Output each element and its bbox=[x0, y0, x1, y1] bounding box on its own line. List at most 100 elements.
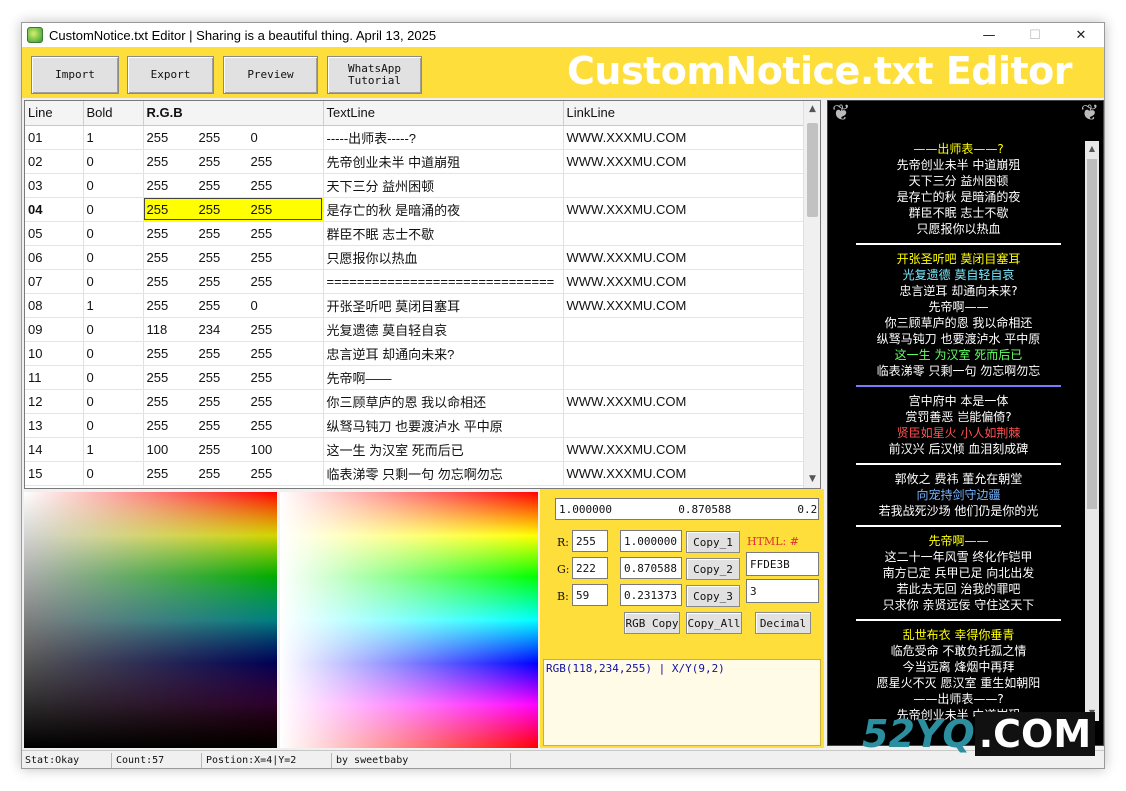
cell-bold[interactable]: 0 bbox=[83, 149, 144, 174]
cell-textline[interactable]: -----出师表-----? bbox=[323, 125, 564, 150]
cell-linkline[interactable]: WWW.XXXMU.COM bbox=[563, 269, 806, 294]
cell-line[interactable]: 08 bbox=[25, 293, 84, 318]
cell-linkline[interactable]: WWW.XXXMU.COM bbox=[563, 461, 806, 486]
cell-line[interactable]: 10 bbox=[25, 341, 84, 366]
cell-line[interactable]: 13 bbox=[25, 413, 84, 438]
column-header-line[interactable]: Line bbox=[25, 101, 84, 126]
html-color-field[interactable]: FFDE3B bbox=[746, 552, 819, 576]
table-row[interactable]: 10 0 255 255 255 忠言逆耳 却通向未来? bbox=[25, 341, 806, 366]
cell-bold[interactable]: 0 bbox=[83, 197, 144, 222]
cell-rgb[interactable]: 255 255 255 bbox=[143, 245, 324, 270]
cell-linkline[interactable]: WWW.XXXMU.COM bbox=[563, 437, 806, 462]
export-button[interactable]: Export bbox=[127, 56, 214, 94]
table-row[interactable]: 04 0 255 255 255 是存亡的秋 是暗涌的夜 WWW.XXXMU.COM bbox=[25, 197, 806, 222]
cell-line[interactable]: 12 bbox=[25, 389, 84, 414]
color-spectrum-dark[interactable] bbox=[24, 492, 277, 748]
table-row[interactable]: 03 0 255 255 255 天下三分 益州困顿 bbox=[25, 173, 806, 198]
cell-linkline[interactable] bbox=[563, 221, 806, 246]
normalized-color-field[interactable]: 1.000000 0.870588 0.231373 bbox=[555, 498, 819, 520]
cell-textline[interactable]: ============================== bbox=[323, 269, 564, 294]
table-row[interactable]: 13 0 255 255 255 纵驽马钝刀 也要渡泸水 平中原 bbox=[25, 413, 806, 438]
cell-bold[interactable]: 0 bbox=[83, 317, 144, 342]
cell-rgb[interactable]: 255 255 0 bbox=[143, 125, 324, 150]
table-row[interactable]: 06 0 255 255 255 只愿报你以热血 WWW.XXXMU.COM bbox=[25, 245, 806, 270]
scroll-up-arrow-icon[interactable]: ▲ bbox=[804, 101, 820, 118]
cell-bold[interactable]: 1 bbox=[83, 125, 144, 150]
table-row[interactable]: 09 0 118 234 255 光复遗德 莫自轻自哀 bbox=[25, 317, 806, 342]
grid-scroll-thumb[interactable] bbox=[807, 123, 818, 217]
preview-scrollbar[interactable]: ▲ ▼ bbox=[1085, 141, 1099, 721]
grid-scrollbar[interactable]: ▲ ▼ bbox=[803, 101, 820, 488]
table-row[interactable]: 07 0 255 255 255 ============================… bbox=[25, 269, 806, 294]
cell-bold[interactable]: 0 bbox=[83, 413, 144, 438]
cell-textline[interactable]: 这一生 为汉室 死而后已 bbox=[323, 437, 564, 462]
preview-scroll-up-icon[interactable]: ▲ bbox=[1085, 141, 1099, 157]
cell-line[interactable]: 07 bbox=[25, 269, 84, 294]
g-input[interactable]: 222 bbox=[572, 557, 608, 579]
cell-rgb[interactable]: 255 255 255 bbox=[143, 341, 324, 366]
table-row[interactable]: 15 0 255 255 255 临表涕零 只剩一句 勿忘啊勿忘 WWW.XXXMU.COM bbox=[25, 461, 806, 486]
whatsapp-tutorial-button[interactable]: WhatsApp Tutorial bbox=[327, 56, 422, 94]
cell-linkline[interactable]: WWW.XXXMU.COM bbox=[563, 197, 806, 222]
cell-rgb[interactable]: 255 255 255 bbox=[143, 221, 324, 246]
maximize-button[interactable]: ☐ bbox=[1012, 23, 1058, 47]
decimal-button[interactable]: Decimal bbox=[755, 612, 811, 634]
cell-rgb[interactable]: 255 255 255 bbox=[143, 149, 324, 174]
cell-line[interactable]: 05 bbox=[25, 221, 84, 246]
cell-rgb[interactable]: 255 255 255 bbox=[143, 173, 324, 198]
b-input[interactable]: 59 bbox=[572, 584, 608, 606]
cell-line[interactable]: 11 bbox=[25, 365, 84, 390]
cell-rgb[interactable]: 255 255 255 bbox=[143, 365, 324, 390]
cell-textline[interactable]: 临表涕零 只剩一句 勿忘啊勿忘 bbox=[323, 461, 564, 486]
cell-bold[interactable]: 0 bbox=[83, 245, 144, 270]
column-header-linkline[interactable]: LinkLine bbox=[563, 101, 806, 126]
cell-textline[interactable]: 只愿报你以热血 bbox=[323, 245, 564, 270]
cell-bold[interactable]: 0 bbox=[83, 269, 144, 294]
cell-linkline[interactable] bbox=[563, 173, 806, 198]
cell-linkline[interactable] bbox=[563, 365, 806, 390]
decimals-field[interactable]: 3 bbox=[746, 579, 819, 603]
cell-line[interactable]: 04 bbox=[25, 197, 84, 222]
cell-rgb[interactable]: 255 255 255 bbox=[143, 389, 324, 414]
cell-rgb[interactable]: 255 255 0 bbox=[143, 293, 324, 318]
b-decimal-field[interactable]: 0.231373 bbox=[620, 584, 682, 606]
cell-textline[interactable]: 群臣不眠 志士不歇 bbox=[323, 221, 564, 246]
column-header-rgb[interactable]: R.G.B bbox=[143, 101, 324, 126]
r-decimal-field[interactable]: 1.000000 bbox=[620, 530, 682, 552]
preview-button[interactable]: Preview bbox=[223, 56, 318, 94]
table-row[interactable]: 12 0 255 255 255 你三顾草庐的恩 我以命相还 WWW.XXXMU.COM bbox=[25, 389, 806, 414]
cell-linkline[interactable] bbox=[563, 317, 806, 342]
cell-textline[interactable]: 光复遗德 莫自轻自哀 bbox=[323, 317, 564, 342]
cell-bold[interactable]: 0 bbox=[83, 173, 144, 198]
cell-rgb[interactable]: 255 255 255 bbox=[143, 197, 324, 222]
cell-bold[interactable]: 1 bbox=[83, 437, 144, 462]
cell-linkline[interactable]: WWW.XXXMU.COM bbox=[563, 125, 806, 150]
cell-line[interactable]: 14 bbox=[25, 437, 84, 462]
title-bar[interactable]: CustomNotice.txt Editor | Sharing is a b… bbox=[22, 23, 1104, 47]
close-button[interactable]: ✕ bbox=[1058, 23, 1104, 47]
cell-linkline[interactable]: WWW.XXXMU.COM bbox=[563, 149, 806, 174]
color-spectrum-light[interactable] bbox=[280, 492, 538, 748]
import-button[interactable]: Import bbox=[31, 56, 119, 94]
r-input[interactable]: 255 bbox=[572, 530, 608, 552]
notice-grid[interactable]: Line Bold R.G.B TextLine LinkLine 01 1 255… bbox=[24, 100, 821, 489]
cell-bold[interactable]: 0 bbox=[83, 461, 144, 486]
cell-textline[interactable]: 忠言逆耳 却通向未来? bbox=[323, 341, 564, 366]
cell-linkline[interactable]: WWW.XXXMU.COM bbox=[563, 245, 806, 270]
cell-rgb[interactable]: 255 255 255 bbox=[143, 269, 324, 294]
cell-linkline[interactable]: WWW.XXXMU.COM bbox=[563, 293, 806, 318]
copy-3-button[interactable]: Copy_3 bbox=[686, 585, 740, 607]
g-decimal-field[interactable]: 0.870588 bbox=[620, 557, 682, 579]
cell-textline[interactable]: 你三顾草庐的恩 我以命相还 bbox=[323, 389, 564, 414]
copy-2-button[interactable]: Copy_2 bbox=[686, 558, 740, 580]
table-row[interactable]: 11 0 255 255 255 先帝啊—— bbox=[25, 365, 806, 390]
cell-textline[interactable]: 天下三分 益州困顿 bbox=[323, 173, 564, 198]
cell-rgb[interactable]: 255 255 255 bbox=[143, 413, 324, 438]
table-row[interactable]: 14 1 100 255 100 这一生 为汉室 死而后已 WWW.XXXMU.COM bbox=[25, 437, 806, 462]
rgb-copy-button[interactable]: RGB Copy bbox=[624, 612, 680, 634]
table-row[interactable]: 01 1 255 255 0 -----出师表-----? WWW.XXXMU.COM bbox=[25, 125, 806, 150]
minimize-button[interactable]: — bbox=[966, 23, 1012, 47]
cell-linkline[interactable] bbox=[563, 413, 806, 438]
cell-textline[interactable]: 是存亡的秋 是暗涌的夜 bbox=[323, 197, 564, 222]
copy-1-button[interactable]: Copy_1 bbox=[686, 531, 740, 553]
